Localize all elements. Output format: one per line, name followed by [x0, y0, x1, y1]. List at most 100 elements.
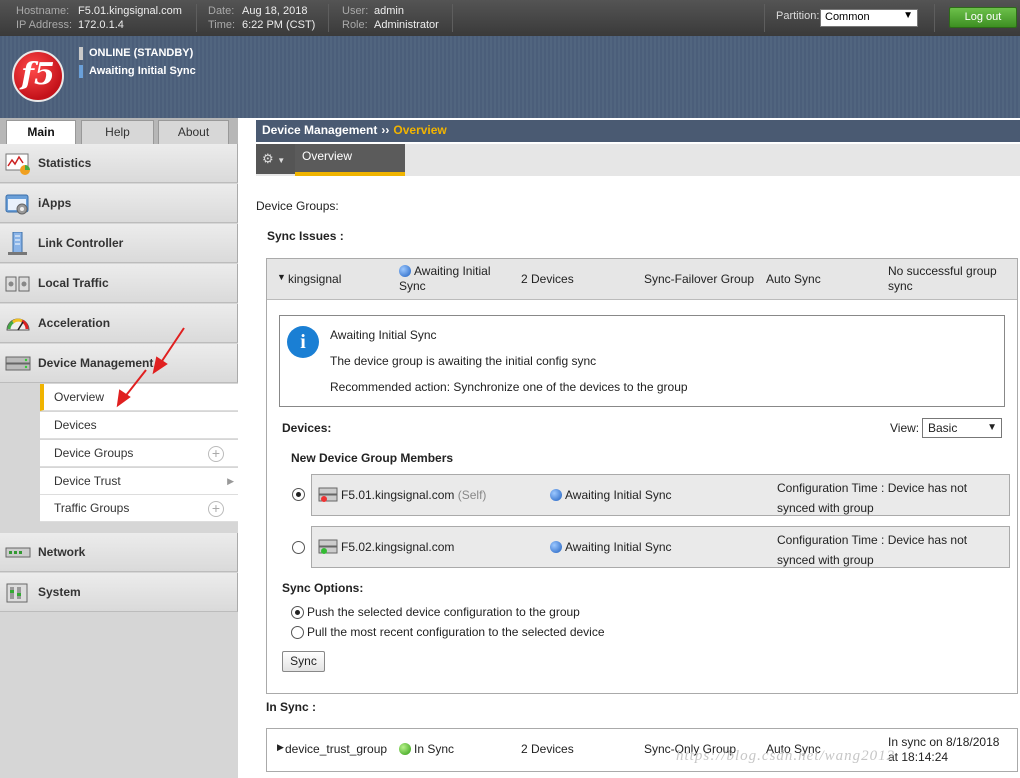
- info-action: Recommended action: Synchronize one of t…: [330, 380, 688, 394]
- sidebar-subitem-overview[interactable]: Overview: [40, 384, 238, 411]
- info-message: i Awaiting Initial Sync The device group…: [279, 315, 1005, 407]
- server-icon: [318, 539, 338, 554]
- sync-button[interactable]: Sync: [282, 651, 325, 672]
- push-option-radio[interactable]: [291, 606, 304, 619]
- user-info: User: admin Role: Administrator: [342, 4, 439, 32]
- device-row[interactable]: F5.02.kingsignal.com Awaiting Initial Sy…: [311, 526, 1010, 568]
- sidebar-subitem-device-groups[interactable]: Device Groups +: [40, 440, 238, 467]
- add-icon[interactable]: +: [208, 446, 224, 462]
- view-select[interactable]: Basic ▼: [922, 418, 1002, 438]
- sidebar-label: Network: [38, 545, 86, 559]
- link-controller-icon: [8, 232, 27, 255]
- network-icon: [5, 547, 31, 558]
- status-blue-icon: [550, 489, 562, 501]
- in-sync-group-row[interactable]: ▶ device_trust_group In Sync 2 Devices S…: [266, 728, 1018, 772]
- device-radio-1[interactable]: [292, 488, 305, 501]
- iapps-icon: [5, 194, 29, 215]
- caret-right-icon[interactable]: ▶: [277, 742, 284, 753]
- sidebar-label: Link Controller: [38, 236, 124, 250]
- pull-option-label[interactable]: Pull the most recent configuration to th…: [307, 625, 605, 639]
- tab-help[interactable]: Help: [81, 120, 154, 144]
- group-status: In Sync: [399, 742, 454, 756]
- divider: [452, 4, 453, 32]
- pull-option-radio[interactable]: [291, 626, 304, 639]
- device-name: F5.02.kingsignal.com: [341, 540, 454, 554]
- tab-overview[interactable]: Overview: [295, 144, 405, 176]
- devices-heading: Devices:: [282, 421, 332, 435]
- divider: [934, 4, 935, 32]
- push-option-label[interactable]: Push the selected device configuration t…: [307, 605, 580, 619]
- host-info: Hostname: F5.01.kingsignal.com IP Address…: [16, 4, 182, 32]
- group-note-line1: In sync on 8/18/2018: [888, 735, 1000, 749]
- sidebar-item-network[interactable]: Network: [0, 533, 238, 572]
- subitem-label: Traffic Groups: [54, 501, 130, 515]
- user-label: User:: [342, 5, 369, 17]
- status-blue-icon: [550, 541, 562, 553]
- device-group-row[interactable]: ▼ kingsignal Awaiting Initial Sync 2 Devi…: [267, 259, 1017, 300]
- date-value: Aug 18, 2018: [242, 5, 308, 17]
- device-hostname: F5.02.kingsignal.com: [341, 540, 455, 554]
- group-type: Sync-Failover Group: [644, 272, 755, 286]
- subitem-label: Device Trust: [54, 474, 121, 488]
- partition-label: Partition:: [776, 10, 820, 22]
- add-icon[interactable]: +: [208, 501, 224, 517]
- tab-about[interactable]: About: [158, 120, 229, 144]
- main-tabs: Main Help About: [0, 118, 238, 144]
- online-status: ONLINE (STANDBY): [79, 47, 193, 60]
- device-management-icon: [5, 356, 31, 371]
- sidebar-item-iapps[interactable]: iApps: [0, 184, 238, 223]
- sidebar-item-local-traffic[interactable]: Local Traffic: [0, 264, 238, 303]
- sidebar-item-system[interactable]: System: [0, 573, 238, 612]
- group-note-line2: at 18:14:24: [888, 750, 949, 764]
- group-note-line1: No successful group: [888, 264, 997, 278]
- divider: [764, 4, 765, 32]
- sidebar-item-device-management[interactable]: Device Management: [0, 344, 238, 383]
- server-icon: [318, 487, 338, 502]
- breadcrumb-section[interactable]: Device Management: [262, 123, 377, 137]
- sidebar-item-statistics[interactable]: Statistics: [0, 144, 238, 183]
- view-label: View:: [890, 421, 920, 435]
- device-radio-2[interactable]: [292, 541, 305, 554]
- group-device-count: 2 Devices: [521, 272, 574, 286]
- group-name[interactable]: device_trust_group: [285, 742, 387, 756]
- breadcrumb-separator: ››: [381, 123, 390, 137]
- members-heading: New Device Group Members: [291, 451, 454, 465]
- subitem-label: Device Groups: [54, 446, 134, 460]
- hostname-value: F5.01.kingsignal.com: [78, 5, 182, 17]
- config-time-line1: Configuration Time : Device has not: [777, 481, 968, 495]
- device-groups-label: Device Groups:: [256, 199, 339, 213]
- info-description: The device group is awaiting the initial…: [330, 354, 597, 368]
- logout-button[interactable]: Log out: [949, 7, 1017, 28]
- divider: [328, 4, 329, 32]
- sidebar-subitem-devices[interactable]: Devices: [40, 412, 238, 439]
- caret-down-icon[interactable]: ▼: [277, 272, 286, 282]
- chevron-down-icon: ▼: [903, 10, 913, 21]
- gear-menu-button[interactable]: ⚙ ▼: [256, 144, 295, 174]
- sidebar-label: Statistics: [38, 156, 92, 170]
- group-status-text: In Sync: [414, 742, 455, 756]
- sidebar-subitem-device-trust[interactable]: Device Trust ▶: [40, 468, 238, 495]
- partition-select[interactable]: Common ▼: [820, 9, 918, 27]
- sidebar-subitem-traffic-groups[interactable]: Traffic Groups +: [40, 495, 238, 522]
- group-name[interactable]: kingsignal: [288, 272, 341, 286]
- device-row[interactable]: F5.01.kingsignal.com (Self) Awaiting Ini…: [311, 474, 1010, 516]
- top-bar: Hostname: F5.01.kingsignal.com IP Address…: [0, 0, 1020, 36]
- group-status: Awaiting Initial Sync: [399, 264, 491, 294]
- sidebar-item-link-controller[interactable]: Link Controller: [0, 224, 238, 263]
- sync-issues-heading: Sync Issues :: [267, 229, 344, 243]
- role-value: Administrator: [374, 19, 439, 31]
- local-traffic-icon: [5, 276, 30, 292]
- divider: [196, 4, 197, 32]
- ip-label: IP Address:: [16, 19, 73, 31]
- system-icon: [6, 583, 28, 603]
- device-hostname: F5.01.kingsignal.com: [341, 488, 455, 502]
- sidebar-item-acceleration[interactable]: Acceleration: [0, 304, 238, 343]
- tab-main[interactable]: Main: [6, 120, 76, 144]
- sub-toolbar: ⚙ ▼ Overview: [256, 144, 1020, 176]
- group-status-text: Awaiting Initial: [414, 264, 491, 278]
- sidebar-label: Acceleration: [38, 316, 111, 330]
- device-status: Awaiting Initial Sync: [550, 540, 672, 554]
- device-name: F5.01.kingsignal.com (Self): [341, 488, 486, 502]
- role-label: Role:: [342, 19, 368, 31]
- breadcrumb: Device Management ›› Overview: [256, 120, 1020, 142]
